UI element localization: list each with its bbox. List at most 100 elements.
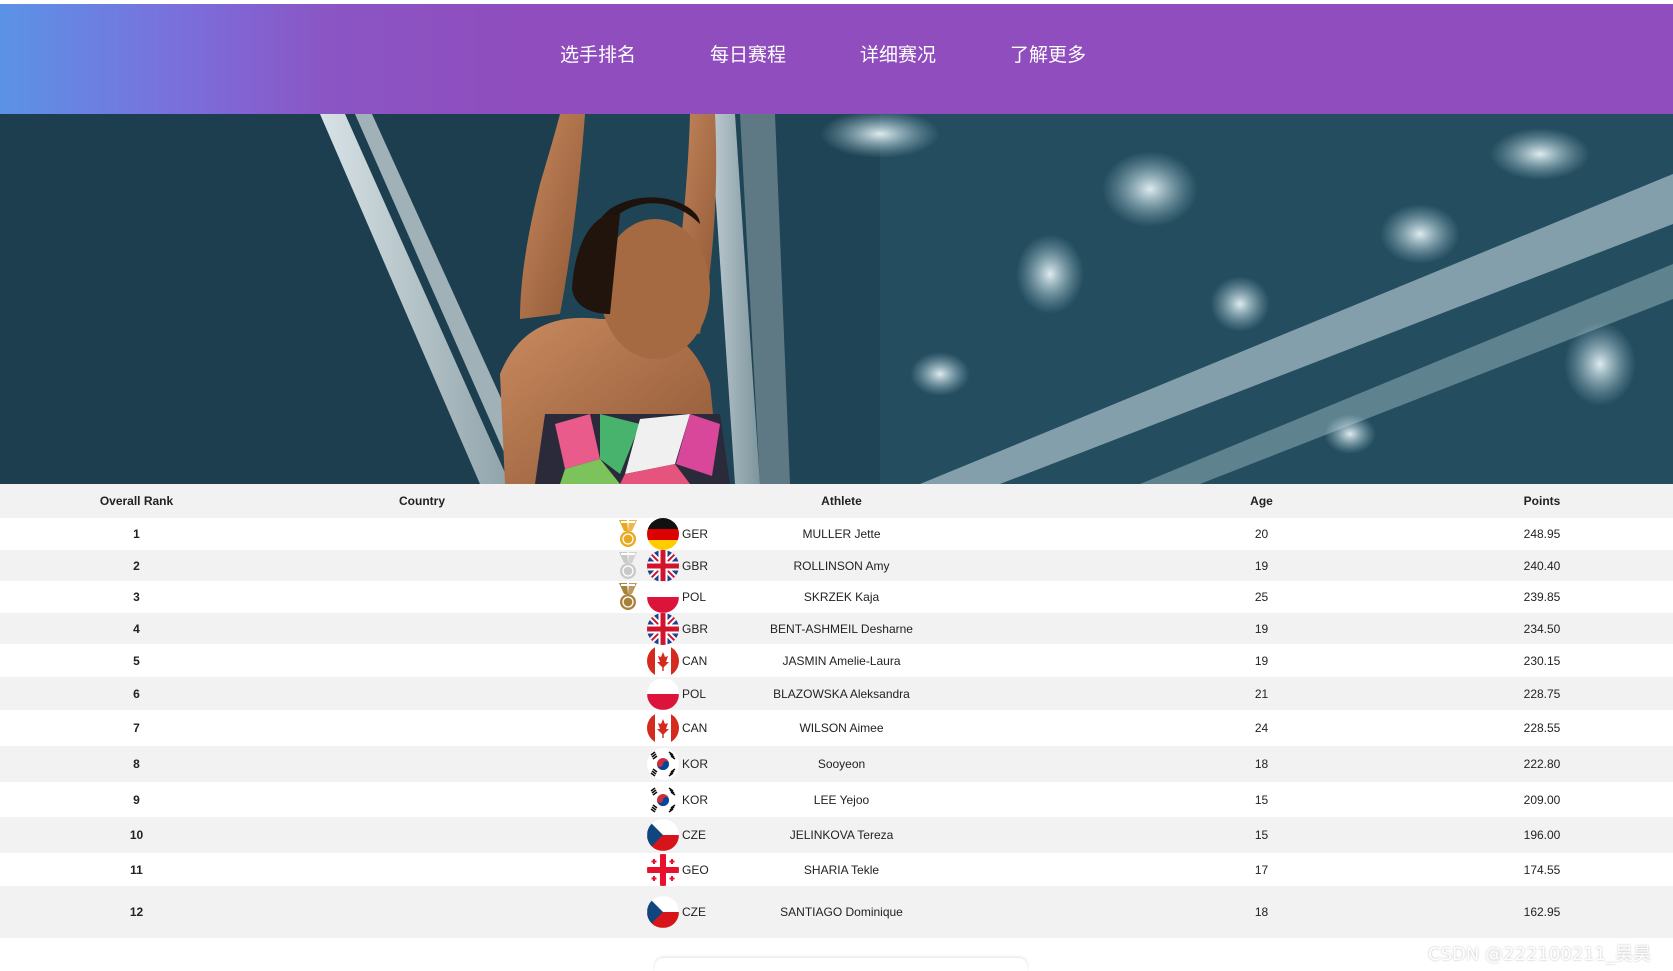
cell-rank: 6 [0, 677, 273, 710]
medal-placeholder [613, 897, 643, 927]
cell-points: 209.00 [1411, 782, 1673, 817]
cell-rank: 2 [0, 550, 273, 581]
medal-placeholder [613, 614, 643, 644]
cell-age: 19 [1112, 613, 1411, 644]
cell-age: 21 [1112, 677, 1411, 710]
cell-rank: 12 [0, 886, 273, 938]
top-navbar: 选手排名 每日赛程 详细赛况 了解更多 [0, 4, 1673, 114]
table-row[interactable]: 6 POL BLAZOWSKA Aleksandra 21 228.75 [0, 677, 1673, 710]
cell-country: POL [273, 677, 706, 710]
country-code: GEO [682, 862, 709, 877]
country-code: KOR [682, 757, 709, 771]
flag-icon [647, 644, 679, 677]
country-code: KOR [682, 792, 709, 807]
cell-rank: 10 [0, 817, 273, 853]
flag-icon [647, 549, 679, 582]
cell-country: KOR [273, 746, 708, 782]
country-code: GBR [682, 621, 709, 636]
cell-points: 234.50 [1411, 613, 1673, 644]
bronze-medal-icon [613, 582, 643, 612]
cell-points: 240.40 [1411, 550, 1673, 581]
table-row[interactable]: 3 POL SKRZEK Kaja 25 239.85 [0, 581, 1673, 613]
cell-country: CAN [273, 644, 707, 677]
medal-placeholder [613, 713, 643, 743]
cell-age: 18 [1112, 886, 1411, 938]
cell-country: GER [273, 518, 708, 550]
country-code: CZE [682, 905, 706, 919]
table-row[interactable]: 10 CZE JELINKOVA Tereza 15 196.00 [0, 817, 1673, 853]
flag-icon [647, 896, 679, 928]
cell-age: 15 [1112, 817, 1411, 853]
cell-country: POL [273, 581, 706, 613]
cell-age: 17 [1112, 853, 1411, 886]
nav-link-player-ranking[interactable]: 选手排名 [560, 40, 636, 67]
cell-points: 222.80 [1411, 746, 1673, 782]
cell-country: GBR [273, 612, 708, 645]
cell-country: GBR [273, 549, 708, 582]
country-code: CAN [682, 721, 708, 735]
table-row[interactable]: 12 CZE SANTIAGO Dominique 18 162.95 [0, 886, 1673, 938]
diver-photo [0, 114, 1673, 484]
flag-icon [647, 783, 679, 816]
header-age[interactable]: Age [1112, 484, 1411, 518]
nav-link-match-details[interactable]: 详细赛况 [860, 40, 936, 67]
cell-country: CZE [273, 817, 706, 853]
cell-rank: 11 [0, 853, 273, 886]
cell-rank: 9 [0, 782, 273, 817]
cell-points: 228.55 [1411, 710, 1673, 746]
cell-country: KOR [273, 782, 708, 817]
table-row[interactable]: 7 CAN WILSON Aimee 24 228.55 [0, 710, 1673, 746]
cell-age: 15 [1112, 782, 1411, 817]
flag-icon [647, 612, 679, 645]
table-row[interactable]: 11 GEO SHARIA Tekle 17 174.55 [0, 853, 1673, 886]
header-country[interactable]: Country [273, 484, 571, 518]
country-code: POL [682, 590, 707, 604]
nav-link-learn-more[interactable]: 了解更多 [1010, 40, 1086, 67]
country-code: GBR [682, 558, 709, 573]
cell-age: 24 [1112, 710, 1411, 746]
watermark-text: CSDN @222100211_吴昊 [1428, 944, 1652, 965]
bottom-scroll-handle[interactable] [655, 958, 1027, 971]
medal-placeholder [613, 785, 643, 815]
cell-age: 18 [1112, 746, 1411, 782]
country-code: GER [682, 527, 709, 541]
header-overall-rank[interactable]: Overall Rank [0, 484, 273, 518]
table-row[interactable]: 1 GER MULLER Jette 20 248.95 [0, 518, 1673, 550]
nav-link-daily-schedule[interactable]: 每日赛程 [710, 40, 786, 67]
cell-country: CZE [273, 886, 706, 938]
medal-placeholder [613, 855, 643, 885]
table-header-row: Overall Rank Country Athlete Age Points [0, 484, 1673, 518]
flag-icon [647, 518, 679, 550]
header-athlete[interactable]: Athlete [571, 484, 1112, 518]
cell-rank: 3 [0, 581, 273, 613]
cell-rank: 7 [0, 710, 273, 746]
gold-medal-icon [613, 519, 643, 549]
flag-icon [647, 581, 679, 613]
cell-age: 25 [1112, 581, 1411, 613]
medal-placeholder [613, 820, 643, 850]
hero-banner-image [0, 114, 1673, 484]
cell-rank: 8 [0, 746, 273, 782]
table-row[interactable]: 4 GBR BENT-ASHMEIL Desharne 19 234.50 [0, 612, 1673, 645]
cell-points: 228.75 [1411, 677, 1673, 710]
country-code: CZE [682, 828, 706, 842]
flag-icon [647, 748, 679, 780]
cell-points: 196.00 [1411, 817, 1673, 853]
ranking-table: Overall Rank Country Athlete Age Points … [0, 484, 1673, 938]
table-row[interactable]: 9 KOR LEE Yejoo 15 209.00 [0, 782, 1673, 817]
cell-points: 230.15 [1411, 644, 1673, 677]
country-code: CAN [682, 653, 708, 668]
cell-rank: 1 [0, 518, 273, 550]
ranking-table-container: Overall Rank Country Athlete Age Points … [0, 484, 1673, 971]
cell-points: 248.95 [1411, 518, 1673, 550]
table-row[interactable]: 2 GBR ROLLINSON Amy 19 240.40 [0, 549, 1673, 582]
header-points[interactable]: Points [1411, 484, 1673, 518]
flag-icon [647, 712, 679, 744]
silver-medal-icon [613, 551, 643, 581]
table-row[interactable]: 8 KOR Sooyeon 18 222.80 [0, 746, 1673, 782]
medal-placeholder [613, 646, 643, 676]
medal-placeholder [613, 679, 643, 709]
flag-icon [647, 677, 679, 710]
table-row[interactable]: 5 CAN JASMIN Amelie-Laura 19 230.15 [0, 644, 1673, 677]
flag-icon [647, 853, 679, 886]
